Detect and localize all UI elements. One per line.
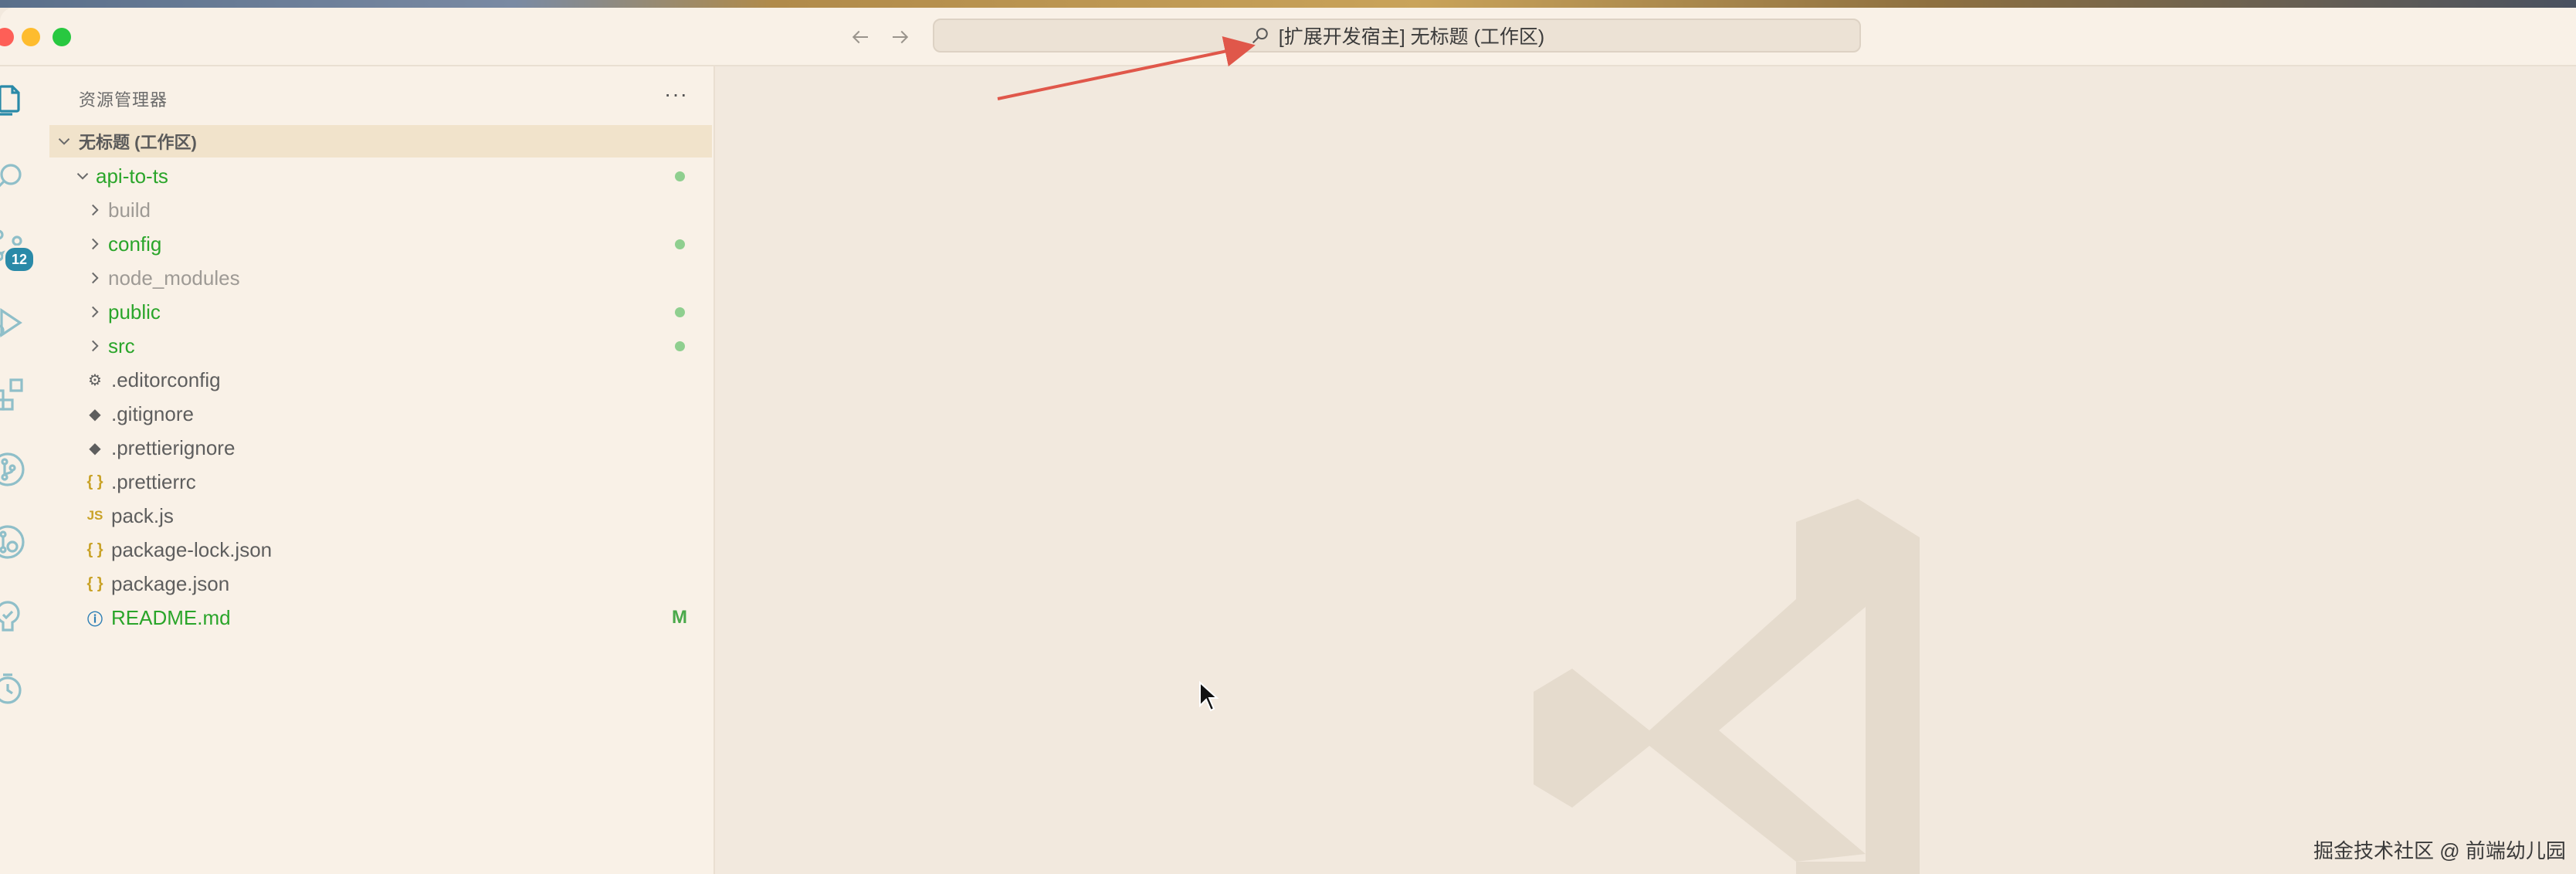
- chevron-down-icon: [58, 138, 70, 145]
- sidebar-title: 资源管理器: [79, 90, 168, 110]
- git-icon: ◆: [89, 439, 101, 457]
- tree-item-label: .editorconfig: [111, 368, 221, 391]
- forward-arrow-icon[interactable]: [886, 23, 914, 51]
- tree-item-label: package-lock.json: [111, 537, 273, 561]
- tree-item-label: .prettierrc: [111, 469, 196, 493]
- tree-item-folder[interactable]: public: [49, 295, 712, 329]
- chevron-down-icon: [76, 173, 89, 180]
- tree-item-label: api-to-ts: [96, 164, 168, 188]
- tree-item-folder[interactable]: src: [49, 329, 712, 363]
- tree-item-file[interactable]: { } package.json: [49, 567, 712, 601]
- zoom-window-button[interactable]: [53, 28, 71, 46]
- modified-dot: [675, 307, 685, 317]
- tree-item-label: build: [108, 198, 151, 222]
- tree-item-label: package.json: [111, 571, 230, 595]
- tree-item-folder[interactable]: node_modules: [49, 261, 712, 295]
- chevron-right-icon: [92, 340, 99, 352]
- tree-item-label: node_modules: [108, 266, 240, 290]
- search-icon: [1252, 28, 1268, 44]
- modified-status-badge: M: [672, 607, 687, 628]
- vscode-window: [扩展开发宿主] 无标题 (工作区) 12 资源管理器 ··· 无标题 (工作区…: [0, 8, 2576, 874]
- tree-item-folder[interactable]: config: [49, 227, 712, 261]
- workspace-label: 无标题 (工作区): [79, 133, 197, 152]
- braces-icon: { }: [86, 540, 103, 558]
- footer-watermark: 掘金技术社区 @ 前端幼儿园: [2313, 839, 2566, 862]
- explorer-icon[interactable]: [0, 76, 32, 125]
- tree-item-folder[interactable]: build: [49, 193, 712, 227]
- braces-icon: { }: [86, 473, 103, 490]
- tree-item-file[interactable]: ⚙ .editorconfig: [49, 363, 712, 397]
- modified-dot: [675, 171, 685, 181]
- git-icon: ◆: [89, 405, 101, 423]
- tree-item-file[interactable]: JS pack.js: [49, 499, 712, 533]
- tree-item-label: .prettierignore: [111, 435, 236, 459]
- search-icon[interactable]: [0, 153, 32, 202]
- tree-item-file[interactable]: ⓘ README.md M: [49, 601, 712, 635]
- chevron-right-icon: [92, 272, 99, 284]
- chevron-right-icon: [92, 306, 99, 318]
- timeline-icon[interactable]: [0, 664, 32, 713]
- tree-item-label: public: [108, 300, 161, 324]
- activity-bar: 12: [0, 66, 49, 874]
- tree-item-file[interactable]: ◆ .prettierignore: [49, 431, 712, 465]
- tree-item-label: .gitignore: [111, 401, 194, 425]
- tree-item-file[interactable]: { } package-lock.json: [49, 533, 712, 567]
- editor-area[interactable]: [715, 66, 2576, 874]
- modified-dot: [675, 341, 685, 351]
- tree-item-label: config: [108, 232, 162, 256]
- minimize-window-button[interactable]: [22, 28, 40, 46]
- info-icon: ⓘ: [87, 611, 103, 628]
- explorer-sidebar: 资源管理器 ··· 无标题 (工作区) api-to-ts build conf…: [49, 66, 715, 874]
- gitlens-icon[interactable]: [0, 517, 32, 567]
- close-window-button[interactable]: [0, 28, 14, 46]
- mouse-cursor-icon: [1199, 681, 1219, 712]
- run-debug-icon[interactable]: [0, 298, 32, 347]
- extensions-icon[interactable]: [0, 369, 32, 418]
- braces-icon: { }: [86, 574, 103, 592]
- source-control-badge: 12: [3, 246, 36, 273]
- vscode-logo-watermark: [1534, 499, 1920, 874]
- tree-item-file[interactable]: { } .prettierrc: [49, 465, 712, 499]
- gear-icon: ⚙: [88, 371, 102, 389]
- js-icon: JS: [86, 508, 103, 523]
- chevron-right-icon: [92, 204, 99, 216]
- workspace-section-header[interactable]: 无标题 (工作区): [49, 125, 712, 158]
- desktop-background-strip: [0, 0, 2576, 8]
- tree-item-root-folder[interactable]: api-to-ts: [49, 159, 712, 193]
- command-center-search[interactable]: [扩展开发宿主] 无标题 (工作区): [933, 19, 1861, 53]
- testing-icon[interactable]: [0, 591, 32, 641]
- tree-item-file[interactable]: ◆ .gitignore: [49, 397, 712, 431]
- back-arrow-icon[interactable]: [846, 23, 874, 51]
- git-graph-icon[interactable]: [0, 445, 32, 494]
- chevron-right-icon: [92, 238, 99, 250]
- tree-item-label: README.md: [111, 605, 231, 629]
- tree-item-label: src: [108, 334, 135, 357]
- more-actions-icon[interactable]: ···: [664, 82, 688, 107]
- command-center-label: [扩展开发宿主] 无标题 (工作区): [1278, 26, 1545, 48]
- modified-dot: [675, 239, 685, 249]
- tree-item-label: pack.js: [111, 503, 174, 527]
- title-bar: [扩展开发宿主] 无标题 (工作区): [0, 8, 2576, 66]
